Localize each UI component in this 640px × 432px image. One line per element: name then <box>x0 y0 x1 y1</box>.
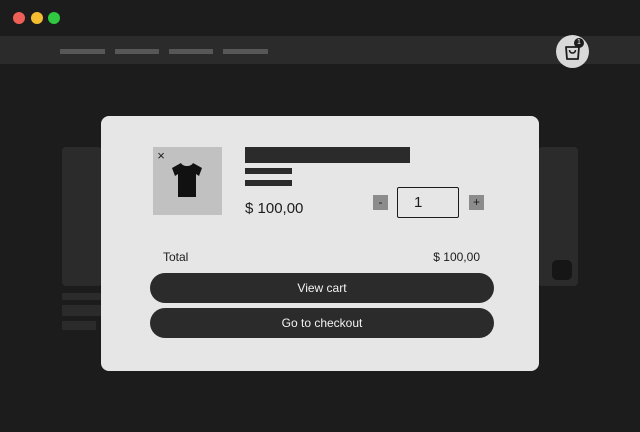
nav-item-placeholder-2[interactable] <box>115 49 159 54</box>
product-price: $ 100,00 <box>245 200 304 217</box>
increase-quantity-button[interactable]: + <box>469 195 484 210</box>
window-titlebar <box>0 0 640 36</box>
checkout-button[interactable]: Go to checkout <box>150 308 494 338</box>
total-label: Total <box>163 250 189 264</box>
nav-item-placeholder-3[interactable] <box>169 49 213 54</box>
minimize-window-button[interactable] <box>31 12 43 24</box>
view-cart-button[interactable]: View cart <box>150 273 494 303</box>
close-window-button[interactable] <box>13 12 25 24</box>
product-variant-placeholder <box>245 180 292 186</box>
background-text-line <box>62 305 102 316</box>
decrease-quantity-button[interactable]: - <box>373 195 388 210</box>
nav-item-placeholder-1[interactable] <box>60 49 105 54</box>
cart-count-badge: 1 <box>574 38 584 48</box>
background-text-line <box>62 321 96 330</box>
cart-button[interactable] <box>556 35 589 68</box>
product-title-placeholder <box>245 147 410 163</box>
quantity-input[interactable] <box>397 187 459 218</box>
tshirt-icon <box>172 163 202 197</box>
maximize-window-button[interactable] <box>48 12 60 24</box>
product-variant-placeholder <box>245 168 292 174</box>
total-value: $ 100,00 <box>433 250 480 264</box>
background-icon <box>552 260 572 280</box>
background-product-card-left <box>62 147 102 286</box>
background-text-line <box>62 293 102 300</box>
nav-item-placeholder-4[interactable] <box>223 49 268 54</box>
top-navbar <box>0 36 640 64</box>
remove-item-button[interactable]: × <box>154 149 168 163</box>
close-icon: × <box>157 148 165 163</box>
cart-popup: × $ 100,00 - + Total $ 100,00 View cart … <box>101 116 539 371</box>
